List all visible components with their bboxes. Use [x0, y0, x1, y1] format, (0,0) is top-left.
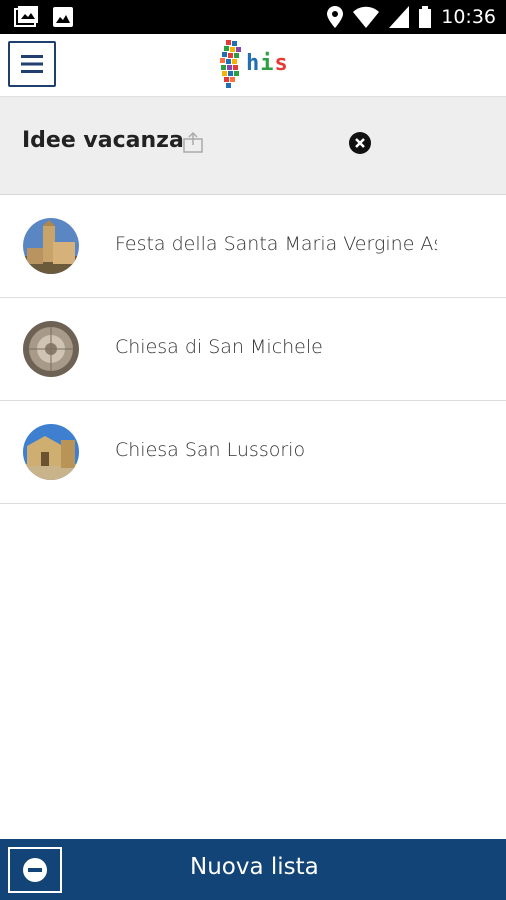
status-right-icons: 10:36 [327, 4, 496, 30]
status-bar: 10:36 [0, 0, 506, 34]
gallery-notification-icon [14, 6, 38, 27]
list-title: Idee vacanza [22, 128, 184, 153]
signal-icon [389, 6, 410, 28]
remove-list-button[interactable] [8, 847, 62, 893]
share-icon[interactable] [183, 131, 203, 153]
church-tower-photo [23, 218, 79, 274]
new-list-button[interactable]: Nuova lista [190, 854, 319, 880]
logo-letters: his [246, 51, 289, 76]
wifi-icon [353, 6, 380, 28]
list-item[interactable]: Chiesa di San Michele [0, 298, 506, 401]
stone-church-photo [23, 424, 79, 480]
remove-circle-icon [23, 858, 47, 882]
bottom-bar: Nuova lista [0, 839, 506, 900]
item-label: Festa della Santa Maria Vergine As [115, 233, 437, 255]
logo-text: his [246, 51, 289, 76]
image-notification-icon [53, 7, 73, 27]
close-circle-icon[interactable] [349, 132, 371, 154]
list-header: Idee vacanza [0, 97, 506, 195]
list-item[interactable]: Festa della Santa Maria Vergine As [0, 195, 506, 298]
item-label: Chiesa San Lussorio [115, 439, 306, 461]
sardinia-mosaic-logo-icon [220, 40, 241, 88]
item-label: Chiesa di San Michele [115, 336, 323, 358]
church-dome-interior-photo [23, 321, 79, 377]
battery-icon [419, 6, 432, 28]
favorites-list: Festa della Santa Maria Vergine As Chies… [0, 195, 506, 504]
list-item[interactable]: Chiesa San Lussorio [0, 401, 506, 504]
status-time: 10:36 [441, 6, 496, 28]
menu-button[interactable] [8, 41, 56, 87]
location-icon [327, 6, 344, 28]
hamburger-menu-icon [21, 55, 43, 73]
app-logo: his [216, 39, 296, 91]
app-header: his [0, 34, 506, 97]
status-left-icons [14, 6, 74, 28]
